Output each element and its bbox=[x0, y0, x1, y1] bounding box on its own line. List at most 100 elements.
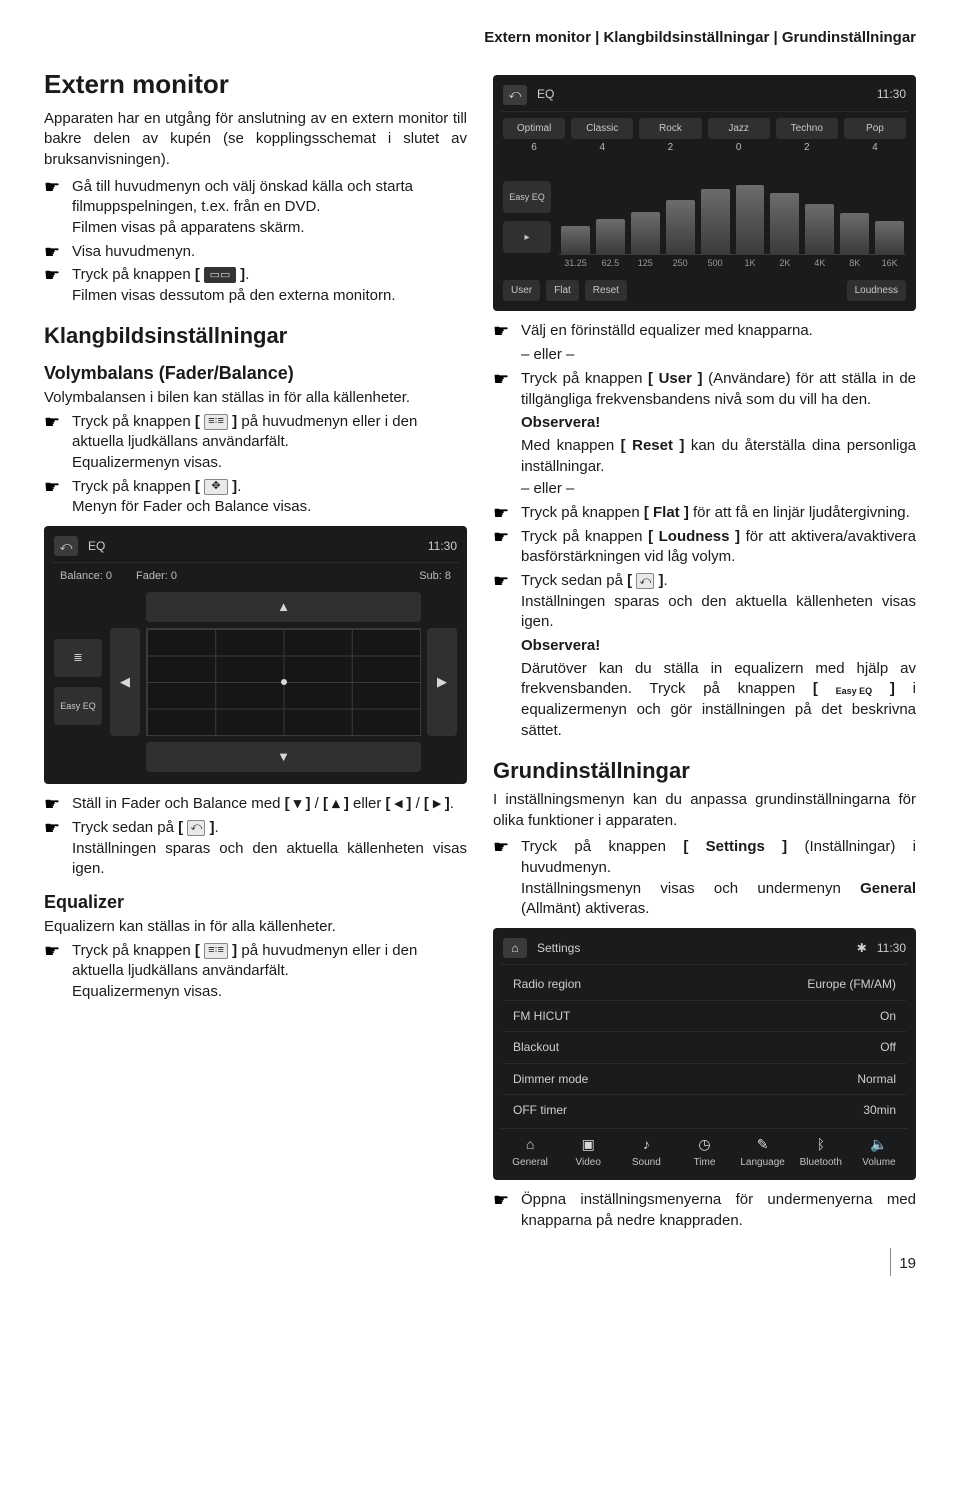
step-text: / bbox=[411, 795, 424, 812]
observera-label: Observera! bbox=[521, 637, 600, 654]
tab-icon: ▣ bbox=[561, 1135, 615, 1154]
step-text: Tryck på knappen bbox=[521, 370, 648, 387]
observera-label: Observera! bbox=[521, 414, 600, 431]
settings-tab: ᛒBluetooth bbox=[794, 1135, 848, 1170]
eq-bar bbox=[840, 213, 869, 254]
eq-freq-label: 16K bbox=[875, 257, 904, 269]
step-text: Tryck på knappen bbox=[521, 838, 683, 855]
step-subtext: Filmen visas dessutom på den externa mon… bbox=[72, 286, 467, 307]
tab-label: Video bbox=[576, 1157, 601, 1168]
hand-icon: ☛ bbox=[493, 321, 515, 342]
eq-freq-label: 31.25 bbox=[561, 257, 590, 269]
home-icon: ⌂ bbox=[503, 938, 527, 958]
back-icon: ⤺ bbox=[187, 820, 205, 836]
settings-tab: ♪ Sound bbox=[619, 1135, 673, 1170]
step-text: Öppna inställningsmenyerna för undermeny… bbox=[521, 1190, 916, 1231]
clock: 11:30 bbox=[428, 538, 457, 555]
g-intro: I inställningsmenyn kan du anpassa grund… bbox=[493, 790, 916, 831]
eq-sliders-icon: ≡꞉≡ bbox=[204, 943, 228, 959]
eq-bar bbox=[596, 219, 625, 254]
step-text: . bbox=[450, 795, 454, 812]
hand-icon: ☛ bbox=[44, 265, 66, 286]
hand-icon: ☛ bbox=[44, 477, 66, 498]
eq-bar bbox=[805, 204, 834, 254]
settings-value: Europe (FM/AM) bbox=[807, 976, 896, 993]
settings-value: 30min bbox=[863, 1102, 896, 1119]
tab-label: Volume bbox=[862, 1157, 895, 1168]
settings-row: OFF timer30min bbox=[503, 1095, 906, 1126]
step-subtext: Inställningsmenyn visas och undermenyn bbox=[521, 880, 860, 897]
eq-freq-label: 500 bbox=[701, 257, 730, 269]
hand-icon: ☛ bbox=[44, 242, 66, 263]
hand-icon: ☛ bbox=[44, 177, 66, 198]
step-text: Tryck på knappen bbox=[521, 528, 648, 545]
eq-preset: Rock bbox=[639, 118, 701, 140]
settings-row: Radio regionEurope (FM/AM) bbox=[503, 969, 906, 1001]
tab-icon: ✎ bbox=[736, 1135, 790, 1154]
eq-freq-label: 2K bbox=[770, 257, 799, 269]
easy-eq-button: Easy EQ bbox=[503, 181, 551, 213]
tab-label: Sound bbox=[632, 1157, 661, 1168]
hand-icon: ☛ bbox=[44, 412, 66, 433]
vb-intro: Volymbalansen i bilen kan ställas in för… bbox=[44, 388, 467, 409]
step-subtext: Filmen visas på apparatens skärm. bbox=[72, 218, 467, 239]
step-text: Tryck på knappen bbox=[72, 266, 195, 283]
step-text: Ställ in Fader och Balance med bbox=[72, 795, 285, 812]
eq-preset-value: 2 bbox=[639, 141, 701, 155]
flat-button: Flat bbox=[546, 280, 579, 302]
step-subtext: Equalizermenyn visas. bbox=[72, 453, 467, 474]
settings-row: Dimmer mode Normal bbox=[503, 1064, 906, 1096]
step-subtext: Equalizermenyn visas. bbox=[72, 982, 467, 1003]
running-head: Extern monitor | Klangbildsinställningar… bbox=[44, 28, 916, 49]
arrow-right-icon: ▸ bbox=[503, 221, 551, 253]
arrow-up-icon: ▲ bbox=[146, 592, 421, 622]
general-label: General bbox=[860, 880, 916, 897]
tab-icon: ♪ bbox=[619, 1135, 673, 1154]
eq-bar bbox=[701, 189, 730, 254]
reset-label: [ Reset ] bbox=[621, 437, 685, 454]
hand-icon: ☛ bbox=[493, 571, 515, 592]
eq-freq-label: 4K bbox=[805, 257, 834, 269]
settings-tab: ⌂General bbox=[503, 1135, 557, 1170]
hand-icon: ☛ bbox=[493, 369, 515, 390]
extern-intro: Apparaten har en utgång för anslutning a… bbox=[44, 109, 467, 171]
step-text: Tryck sedan på bbox=[72, 819, 178, 836]
step-text: Tryck på knappen bbox=[521, 504, 644, 521]
settings-key: Dimmer mode bbox=[513, 1071, 588, 1088]
eq-bar bbox=[631, 212, 660, 255]
eq-freq-label: 1K bbox=[736, 257, 765, 269]
balance-value: Balance: 0 bbox=[60, 569, 112, 584]
settings-row: FM HICUTOn bbox=[503, 1001, 906, 1033]
eq-freq-label: 250 bbox=[666, 257, 695, 269]
eq-preset-value: 6 bbox=[503, 141, 565, 155]
settings-value: On bbox=[880, 1008, 896, 1025]
step-text: eller bbox=[349, 795, 386, 812]
tab-icon: ◷ bbox=[677, 1135, 731, 1154]
right-column: ⤺ EQ 11:30 OptimalClassicRockJazzTechnoP… bbox=[493, 67, 916, 1235]
settings-value: Normal bbox=[857, 1071, 896, 1088]
step-text: . bbox=[245, 266, 249, 283]
hand-icon: ☛ bbox=[493, 1190, 515, 1211]
eq-preset-value: 4 bbox=[571, 141, 633, 155]
step-subtext: Menyn för Fader och Balance visas. bbox=[72, 497, 467, 518]
back-icon: ⤺ bbox=[503, 85, 527, 105]
h2-klangbild: Klangbildsinställningar bbox=[44, 321, 467, 351]
reset-button: Reset bbox=[585, 280, 627, 302]
arrow-right-icon: ▶ bbox=[427, 628, 457, 736]
sub-value: Sub: 8 bbox=[419, 569, 451, 584]
back-icon: ⤺ bbox=[636, 573, 654, 589]
back-icon: ⤺ bbox=[54, 536, 78, 556]
hand-icon: ☛ bbox=[493, 527, 515, 548]
step-text: Tryck på knappen bbox=[72, 478, 195, 495]
h2-grundinstallningar: Grundinställningar bbox=[493, 756, 916, 786]
fader-balance-screenshot: ⤺ EQ 11:30 Balance: 0 Fader: 0 Sub: 8 ≣ … bbox=[44, 526, 467, 784]
h1-extern-monitor: Extern monitor bbox=[44, 67, 467, 103]
settings-tab: ✎Language bbox=[736, 1135, 790, 1170]
tab-label: General bbox=[512, 1157, 548, 1168]
step-subtext: (Allmänt) aktiveras. bbox=[521, 900, 649, 917]
user-label: [ User ] bbox=[648, 370, 702, 387]
step-text: Visa huvudmenyn. bbox=[72, 242, 467, 263]
eq-preset: Classic bbox=[571, 118, 633, 140]
bluetooth-icon: ✱ bbox=[857, 940, 867, 957]
step-subtext: Inställningen sparas och den aktuella kä… bbox=[72, 839, 467, 880]
